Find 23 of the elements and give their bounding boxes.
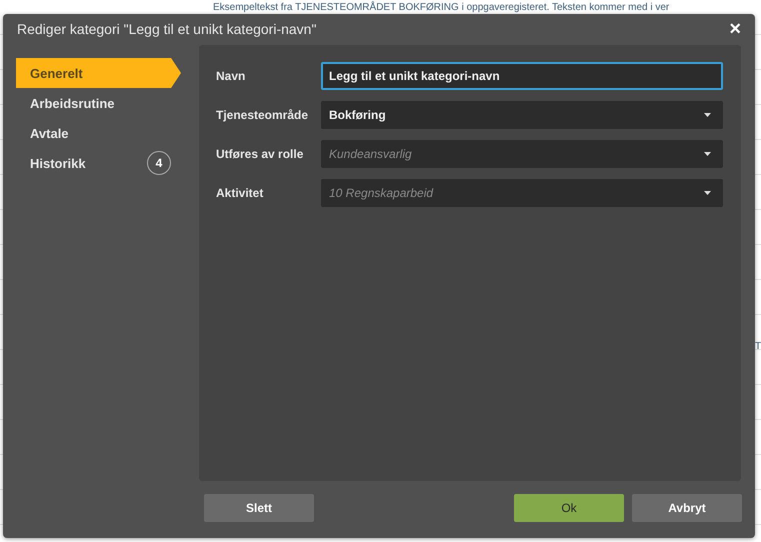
caret-icon (704, 191, 711, 195)
sidebar-item[interactable]: Generelt (16, 58, 181, 88)
background-text: Eksempeltekst fra TJENESTEOMRÅDET BOKFØRING i oppgaveregisteret. Teksten kommer med i ver (213, 1, 670, 14)
sidebar-item[interactable]: Avtale (16, 118, 181, 148)
sidebar-item[interactable]: Historikk 4 (16, 148, 181, 178)
caret-icon (704, 152, 711, 156)
dialog-title: Rediger kategori "Legg til et unikt kategori-navn" (17, 21, 316, 37)
caret-icon (704, 113, 711, 117)
close-button[interactable]: × (729, 19, 741, 39)
ok-button[interactable]: Ok (514, 494, 624, 522)
field-label: Navn (216, 69, 246, 83)
field-label: Aktivitet (216, 186, 264, 200)
field-label: Tjenesteområde (216, 108, 310, 122)
select-field[interactable]: 10 Regnskaparbeid (321, 179, 723, 207)
count-badge: 4 (147, 151, 171, 175)
action-button[interactable]: Slett (204, 494, 314, 522)
select-field[interactable]: Bokføring (321, 101, 723, 129)
name-input[interactable]: Legg til et unikt kategori-navn (321, 62, 723, 90)
background-text: T (755, 341, 761, 352)
field-label: Utføres av rolle (216, 147, 304, 161)
select-field[interactable]: Kundeansvarlig (321, 140, 723, 168)
sidebar-item[interactable]: Arbeidsrutine (16, 88, 181, 118)
action-button[interactable]: Avbryt (632, 494, 742, 522)
